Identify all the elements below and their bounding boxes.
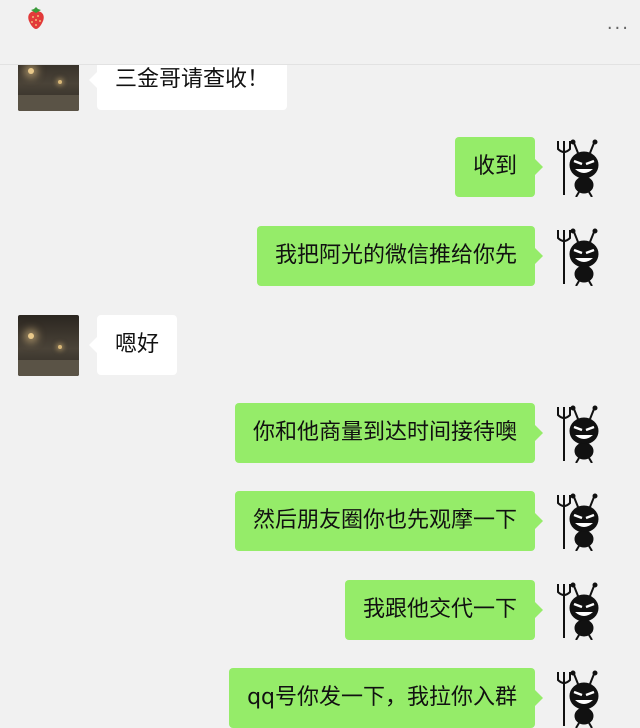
message-list[interactable]: 三金哥请查收！ 收到 我把阿光的微信推给你先 嗯好 你和他商量到达时间接待噢 然… bbox=[0, 0, 640, 728]
contact-avatar[interactable] bbox=[18, 315, 79, 376]
more-options-button[interactable]: ··· bbox=[607, 18, 630, 39]
message-bubble[interactable]: 嗯好 bbox=[88, 315, 178, 375]
message-bubble[interactable]: qq号你发一下，我拉你入群 bbox=[229, 668, 543, 728]
devil-avatar-icon[interactable] bbox=[554, 580, 604, 640]
message-bubble[interactable]: 然后朋友圈你也先观摩一下 bbox=[234, 491, 544, 551]
strawberry-icon[interactable] bbox=[24, 6, 48, 30]
devil-avatar-icon[interactable] bbox=[554, 137, 604, 197]
message-bubble[interactable]: 收到 bbox=[454, 137, 544, 197]
devil-avatar-icon[interactable] bbox=[554, 226, 604, 286]
devil-avatar-icon[interactable] bbox=[554, 403, 604, 463]
chat-header: ··· bbox=[0, 0, 640, 65]
devil-avatar-icon[interactable] bbox=[554, 491, 604, 551]
devil-avatar-icon[interactable] bbox=[554, 668, 604, 728]
message-bubble[interactable]: 你和他商量到达时间接待噢 bbox=[234, 403, 544, 463]
message-bubble[interactable]: 我把阿光的微信推给你先 bbox=[256, 226, 544, 286]
message-bubble[interactable]: 我跟他交代一下 bbox=[344, 580, 544, 640]
